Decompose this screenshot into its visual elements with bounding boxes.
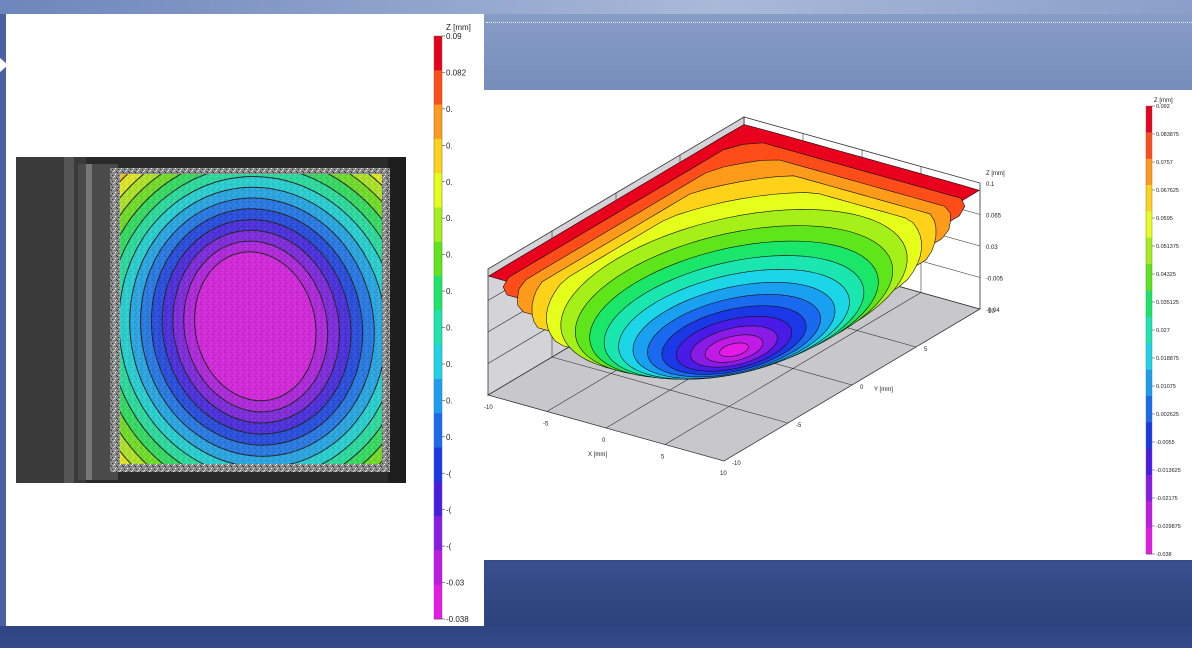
slide-footer [0, 626, 1192, 648]
slide-bottom-band [486, 562, 1192, 626]
colorbar-segment [1146, 527, 1152, 555]
colorbar-segment [434, 413, 442, 449]
colorbar-tick-label: 0.027 [1156, 328, 1170, 334]
x-tick-label: -5 [543, 422, 549, 428]
colorbar-tick-label: 0.01075 [1156, 384, 1176, 390]
z-tick-label: 0.1 [986, 182, 995, 188]
y-tick-label: 5 [924, 347, 928, 353]
colorbar-tick-label: 0.083875 [1156, 132, 1179, 138]
y-tick-label: -10 [732, 461, 741, 467]
colorbar-tick-label: -( [446, 506, 452, 515]
z-tick-label: 0.065 [986, 214, 1002, 220]
colorbar-segment [1146, 448, 1152, 476]
colorbar-segment [434, 310, 442, 346]
colorbar-tick-label: 0. [446, 141, 453, 150]
x-tick-label: -10 [484, 405, 493, 411]
colorbar-tick-label: -( [446, 542, 452, 551]
colorbar-tick-label: 0. [446, 396, 453, 405]
x-tick-label: 0 [602, 438, 606, 444]
colorbar-segment [1146, 106, 1152, 133]
colorbar-tick-label: 0. [446, 433, 453, 442]
colorbar-tick-label: -( [446, 469, 452, 478]
colorbar-segment [434, 344, 442, 380]
colorbar-tick-label: 0.035125 [1156, 300, 1179, 306]
colorbar-tick-label: -0.02175 [1156, 496, 1178, 502]
colorbar-title: Z [mm] [446, 23, 471, 32]
colorbar-tick-label: 0. [446, 287, 453, 296]
colorbar-tick-label: 0. [446, 360, 453, 369]
colorbar-segment [1146, 343, 1152, 371]
colorbar-tick-label: 0.0757 [1156, 160, 1173, 166]
colorbar-segment [1146, 158, 1152, 186]
colorbar-tick-label: 0. [446, 251, 453, 260]
colorbar-segment [434, 516, 442, 551]
colorbar-segment [434, 241, 442, 277]
colorbar-tick-label: 0. [446, 178, 453, 187]
left-figure-panel: Z [mm] 0.09 0.082 0. 0. 0. 0. 0. 0. 0. 0. 0. 0. -( -( -… [6, 14, 484, 626]
colorbar-segment [1146, 237, 1152, 265]
colorbar-segment [434, 36, 442, 71]
colorbar-segment [434, 70, 442, 106]
colorbar-tick-label: -0.03 [446, 579, 465, 588]
colorbar-segment [1146, 316, 1152, 344]
surface-plot-figure: -10-505101050-5-100.10.0650.03-0.005-0.0… [484, 98, 1181, 558]
colorbar-segment [434, 447, 442, 483]
colorbar-segment [1146, 211, 1152, 239]
x-tick-label: 10 [720, 471, 727, 477]
z-axis-label: Z [mm] [986, 171, 1005, 177]
colorbar-segment [434, 138, 442, 174]
x-tick-label: 5 [661, 455, 665, 461]
colorbar-tick-label: 0.067625 [1156, 188, 1179, 194]
slide-dotted-divider [486, 22, 1192, 23]
z-tick-label: -0.005 [986, 277, 1004, 283]
z-tick-label: 0.03 [986, 245, 998, 251]
y-axis-label: Y [mm] [874, 387, 893, 393]
colorbar-right: Z [mm]0.0920.0838750.07570.0676250.05950… [1145, 98, 1181, 558]
y-tick-label: 0 [860, 385, 864, 391]
z-tick-label: -0.04 [986, 308, 1000, 314]
colorbar-segment [434, 207, 442, 243]
colorbar-tick-label: 0.092 [1156, 104, 1170, 110]
colorbar-tick-label: 0.018875 [1156, 356, 1179, 362]
colorbar-tick-label: -0.0055 [1156, 440, 1175, 446]
colorbar-tick-label: 0.082 [446, 68, 467, 77]
colorbar-left: Z [mm]0.09 0.082 0. 0. 0. 0. 0. 0. 0. 0. 0. 0. -( -( -… [433, 23, 471, 624]
colorbar-segment [434, 584, 442, 620]
contour-map-figure: Z [mm]0.09 0.082 0. 0. 0. 0. 0. 0. 0. 0. 0. 0. -( -( -… [16, 23, 471, 624]
colorbar-segment [1146, 474, 1152, 502]
colorbar-tick-label: -0.013625 [1156, 468, 1181, 474]
colorbar-tick-label: 0. [446, 214, 453, 223]
colorbar-tick-label: 0.002625 [1156, 412, 1179, 418]
colorbar-tick-label: 0.09 [446, 32, 462, 41]
colorbar-tick-label: 0. [446, 105, 453, 114]
colorbar-tick-label: -0.038 [446, 615, 469, 624]
right-figure-panel: -10 -5 0 5 10 10 5 0 -5 -10 0.1 0.065 0.03 -0.005 -0.0… [484, 90, 1192, 560]
colorbar-segment [1146, 185, 1152, 212]
colorbar-segment [1146, 369, 1152, 397]
colorbar-tick-label: -0.038 [1156, 552, 1172, 558]
colorbar-tick-label: 0.051375 [1156, 244, 1179, 250]
y-tick-label: -5 [796, 423, 802, 429]
colorbar-segment [434, 481, 442, 517]
colorbar-segment [1146, 264, 1152, 291]
colorbar-segment [434, 276, 442, 311]
colorbar-segment [434, 104, 442, 140]
x-axis-label: X [mm] [588, 452, 607, 458]
colorbar-tick-label: 0.0595 [1156, 216, 1173, 222]
colorbar-tick-label: -0.029875 [1156, 524, 1181, 530]
colorbar-segment [1146, 132, 1152, 160]
colorbar-segment [434, 173, 442, 208]
colorbar-segment [1146, 422, 1152, 450]
colorbar-segment [1146, 501, 1152, 529]
colorbar-tick-label: 0.04325 [1156, 272, 1176, 278]
colorbar-segment [1146, 290, 1152, 318]
colorbar-segment [1146, 395, 1152, 423]
colorbar-segment [434, 550, 442, 586]
colorbar-segment [434, 378, 442, 414]
colorbar-tick-label: 0. [446, 324, 453, 333]
slide-top-band [0, 0, 1192, 14]
